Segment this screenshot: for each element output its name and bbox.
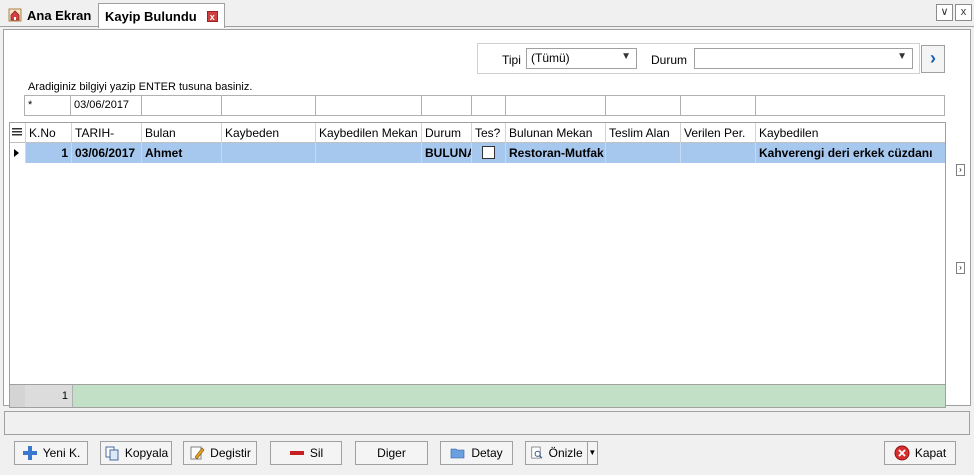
search-cell-bulan[interactable] [142,95,222,116]
kopyala-button-label: Kopyala [124,446,169,460]
sil-button[interactable]: Sil [270,441,342,465]
window-close-button[interactable]: x [955,4,972,21]
cell-tarih[interactable]: 03/06/2017 [72,143,142,163]
cell-teslim-alan[interactable] [606,143,681,163]
column-header-teslim-alan[interactable]: Teslim Alan [606,123,681,143]
row-indicator-icon [10,143,26,163]
column-header-kaybeden[interactable]: Kaybeden [222,123,316,143]
footer-spacer [10,385,25,407]
cell-durum[interactable]: BULUNA [422,143,472,163]
search-cell-bulunan-mekan[interactable] [506,95,606,116]
footer-summary-band [73,385,945,407]
degistir-button[interactable]: Degistir [183,441,257,465]
plus-icon [22,446,37,460]
grid-header-row: K.No TARIH- Bulan Kaybeden Kaybedilen Me… [10,123,945,143]
chevron-down-icon: ▼ [897,51,907,62]
cell-bulan[interactable]: Ahmet [142,143,222,163]
tab-active-label: Kayip Bulundu [105,8,197,24]
onizle-button-label: Önizle [548,446,583,460]
home-icon [8,8,22,22]
search-cell-kaybedilen-mekan[interactable] [316,95,422,116]
sil-button-label: Sil [309,446,324,460]
dropdown-arrow-icon[interactable]: ▼ [586,442,597,464]
cell-verilen-per[interactable] [681,143,756,163]
yeni-button-label: Yeni K. [42,446,81,460]
folder-open-icon [451,448,465,459]
tab-close-icon[interactable]: x [206,10,218,22]
column-header-bulan[interactable]: Bulan [142,123,222,143]
search-row: * 03/06/2017 [24,95,945,116]
diger-button[interactable]: Diger [355,441,428,465]
detay-button[interactable]: Detay [440,441,513,465]
column-header-durum[interactable]: Durum [422,123,472,143]
tab-kayip-bulundu[interactable]: Kayip Bulundu x [98,3,225,28]
search-cell-kno[interactable]: * [24,95,71,116]
onizle-button[interactable]: Önizle ▼ [525,441,598,465]
search-cell-durum[interactable] [422,95,472,116]
durum-combo[interactable]: ▼ [694,48,913,69]
search-cell-teslim-alan[interactable] [606,95,681,116]
cell-kaybeden[interactable] [222,143,316,163]
column-header-kno[interactable]: K.No [26,123,72,143]
preview-icon [531,446,543,459]
search-hint: Aradiginiz bilgiyi yazip ENTER tusuna ba… [28,81,253,93]
column-header-kaybedilen[interactable]: Kaybedilen [756,123,945,143]
edit-icon [190,446,205,460]
expand-arrow-icon[interactable]: › [956,262,965,274]
kapat-button[interactable]: Kapat [884,441,956,465]
search-cell-tes[interactable] [472,95,506,116]
cell-kaybedilen[interactable]: Kahverengi deri erkek cüzdanı [756,143,945,163]
teslim-checkbox[interactable] [482,146,495,159]
minus-icon [289,451,304,455]
cell-bulunan-mekan[interactable]: Restoran-Mutfak [506,143,606,163]
chevron-down-icon: ▼ [621,51,631,62]
detay-button-label: Detay [471,446,503,460]
go-button[interactable]: › [921,45,945,73]
kopyala-button[interactable]: Kopyala [100,441,172,465]
column-header-tarih[interactable]: TARIH- [72,123,142,143]
copy-icon [105,446,119,461]
column-header-bulunan-mekan[interactable]: Bulunan Mekan [506,123,606,143]
records-grid: K.No TARIH- Bulan Kaybeden Kaybedilen Me… [9,122,946,408]
tab-menu-button[interactable]: ∨ [936,4,953,21]
cell-kno[interactable]: 1 [26,143,72,163]
status-bar [4,411,970,435]
kapat-button-label: Kapat [914,446,947,460]
footer-count: 1 [25,385,73,407]
tipi-label: Tipi [502,53,521,67]
expand-arrow-icon[interactable]: › [956,164,965,176]
tab-bar: Ana Ekran Kayip Bulundu x ∨ x [0,0,974,28]
search-cell-kaybedilen[interactable] [756,95,945,116]
diger-button-label: Diger [377,446,406,460]
search-cell-verilen-per[interactable] [681,95,756,116]
tab-home-label: Ana Ekran [27,7,92,23]
tipi-value: (Tümü) [531,51,570,65]
cell-tes[interactable] [472,143,506,163]
degistir-button-label: Degistir [210,446,251,460]
tab-home[interactable]: Ana Ekran [2,3,97,27]
yeni-button[interactable]: Yeni K. [14,441,88,465]
filter-box: Tipi (Tümü) ▼ Durum ▼ [477,43,920,74]
search-cell-kaybeden[interactable] [222,95,316,116]
cell-kaybedilen-mekan[interactable] [316,143,422,163]
grid-footer: 1 [10,384,945,407]
main-panel: Tipi (Tümü) ▼ Durum ▼ › Aradiginiz bilgi… [3,29,971,408]
durum-label: Durum [651,53,688,67]
tipi-combo[interactable]: (Tümü) ▼ [526,48,637,69]
column-header-tes[interactable]: Tes? [472,123,506,143]
search-cell-tarih[interactable]: 03/06/2017 [71,95,142,116]
column-header-verilen-per[interactable]: Verilen Per. [681,123,756,143]
close-circle-icon [894,445,910,461]
table-row[interactable]: 1 03/06/2017 Ahmet BULUNA Restoran-Mutfa… [10,143,945,163]
column-chooser-icon[interactable] [10,123,26,143]
column-header-kaybedilen-mekan[interactable]: Kaybedilen Mekan [316,123,422,143]
